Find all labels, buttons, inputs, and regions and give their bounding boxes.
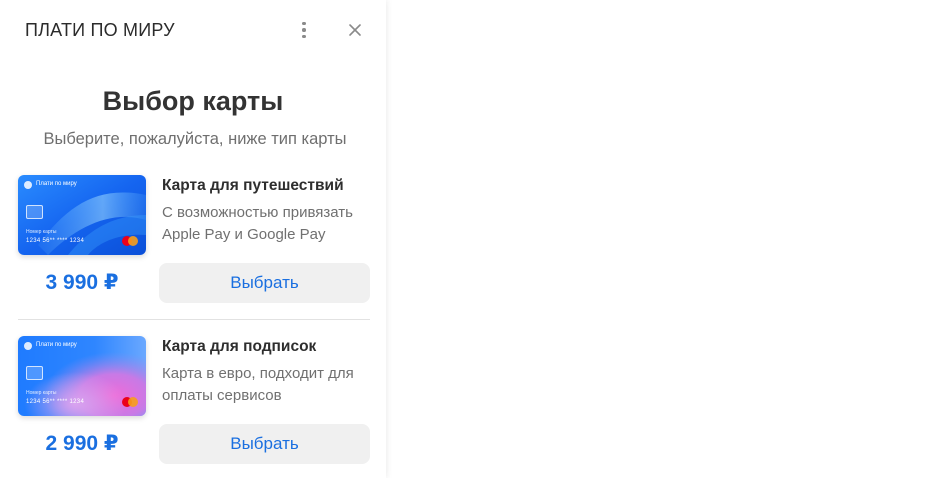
card-chip-icon (26, 205, 43, 219)
card-chip-icon (26, 366, 43, 380)
card-number-label: Номер карты (26, 390, 57, 396)
page: ПЛАТИ ПО МИРУ Выбор карты Выберите, пожа… (0, 0, 945, 478)
choose-travel-card-button[interactable]: Выбрать (159, 263, 370, 303)
vertical-dots-icon[interactable] (294, 18, 314, 42)
offer-description: С возможностью привязать Apple Pay и Goo… (162, 204, 353, 243)
offer-price: 2 990 ₽ (45, 432, 119, 455)
close-icon[interactable] (345, 20, 365, 40)
page-subtitle: Выберите, пожалуйста, ниже тип карты (43, 130, 347, 148)
travel-card-image: Плати по миру Номер карты 1234 56** ****… (18, 175, 146, 255)
offer-divider (18, 319, 370, 320)
card-number-label: Номер карты (26, 229, 57, 235)
card-brand: Плати по миру (36, 181, 77, 187)
card-brand-logo-icon (24, 342, 32, 350)
card-brand: Плати по миру (36, 342, 77, 348)
panel-header: ПЛАТИ ПО МИРУ (0, 0, 386, 62)
card-number: 1234 56** **** 1234 (26, 238, 85, 244)
page-title: Выбор карты (102, 86, 284, 116)
offer-title: Карта для подписок (162, 338, 317, 355)
choose-subscription-card-button[interactable]: Выбрать (159, 424, 370, 464)
subscription-card-image: Плати по миру Номер карты 1234 56** ****… (18, 336, 146, 416)
card-brand-logo-icon (24, 181, 32, 189)
offer-title: Карта для путешествий (162, 177, 344, 194)
offer-description: Карта в евро, подходит для оплаты сервис… (162, 365, 354, 404)
card-selection-panel: ПЛАТИ ПО МИРУ Выбор карты Выберите, пожа… (0, 0, 386, 478)
offer-price: 3 990 ₽ (45, 271, 119, 294)
mastercard-icon (122, 397, 138, 407)
mastercard-icon (122, 236, 138, 246)
panel-title: ПЛАТИ ПО МИРУ (25, 20, 175, 40)
card-number: 1234 56** **** 1234 (26, 399, 85, 405)
